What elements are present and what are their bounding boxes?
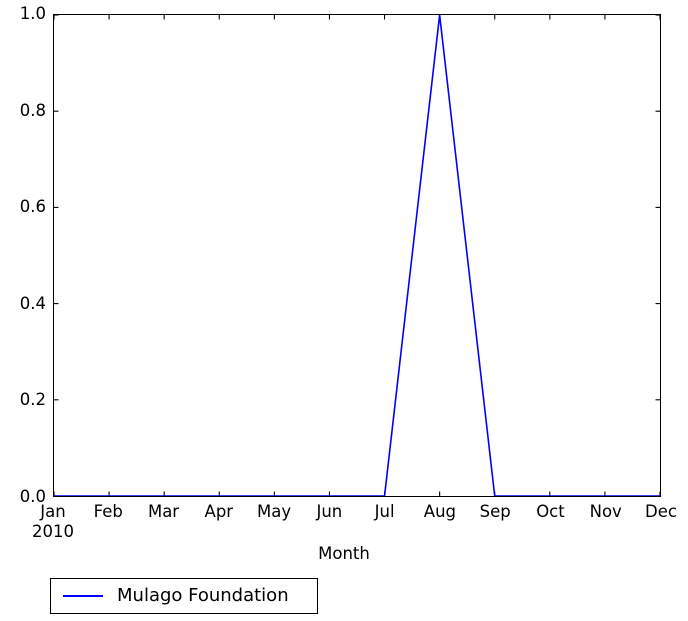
legend-item: Mulago Foundation: [51, 579, 289, 613]
x-axis-tick-label: Sep: [479, 502, 511, 521]
x-axis-tick-label: Oct: [536, 502, 565, 521]
x-axis-tick-label: Feb: [93, 502, 123, 521]
legend-line-swatch-icon: [63, 595, 103, 597]
x-axis-tick-label: Jul: [374, 502, 395, 521]
x-axis-title: Month: [318, 544, 370, 563]
x-axis-tick-label: Mar: [147, 502, 180, 521]
x-axis-tick-label: Apr: [204, 502, 234, 521]
chart-figure: 0.0 0.2 0.4 0.6 0.8 1.0 Jan 2010 Feb Mar Apr May Ju…: [0, 0, 688, 621]
x-axis-year-label: 2010: [32, 522, 74, 541]
x-axis-tick-label: Jun: [316, 502, 343, 521]
x-axis-tick-label: Aug: [423, 502, 457, 521]
x-axis-tick-label: Jan: [40, 502, 66, 521]
x-axis-tick-label: May: [257, 502, 292, 521]
legend-item-label: Mulago Foundation: [117, 585, 289, 606]
x-axis-tick-label: Dec: [645, 502, 677, 521]
x-axis-tick-labels: Jan 2010 Feb Mar Apr May Jun Jul Aug Sep Oct Nov Dec: [0, 0, 688, 621]
chart-legend: Mulago Foundation: [50, 578, 318, 614]
x-axis-tick-label: Nov: [589, 502, 622, 521]
